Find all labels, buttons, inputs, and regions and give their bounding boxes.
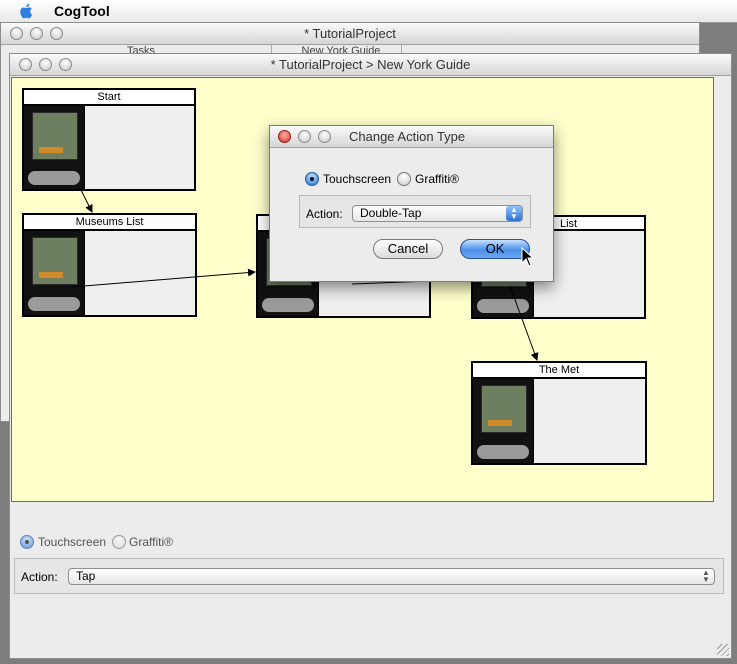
mouse-cursor-icon	[521, 247, 535, 267]
close-icon[interactable]	[278, 130, 291, 143]
main-window-title: * TutorialProject > New York Guide	[270, 57, 471, 72]
action-select-value: Tap	[76, 569, 96, 583]
dialog-action-select[interactable]: Double-Tap ▲ ▼	[352, 205, 523, 222]
frame-title: Start	[24, 90, 194, 106]
frame-title-text: List	[560, 218, 578, 230]
dialog-title: Change Action Type	[349, 129, 466, 144]
apple-menu-icon[interactable]	[18, 2, 36, 20]
ok-button-label: OK	[485, 241, 505, 256]
dialog-action-select-value: Double-Tap	[360, 206, 422, 220]
touchscreen-radio-button[interactable]	[20, 535, 34, 549]
frame-museums-list[interactable]: Museums List	[22, 213, 197, 317]
graffiti-radio-button[interactable]	[397, 172, 411, 186]
graffiti-radio-label[interactable]: Graffiti®	[129, 535, 173, 549]
action-group: Action: Tap ▲ ▼	[14, 558, 724, 594]
touchscreen-radio-button[interactable]	[305, 172, 319, 186]
chevron-updown-icon: ▲ ▼	[506, 206, 522, 221]
palm-device-thumbnail	[24, 231, 85, 315]
resize-grip-icon[interactable]	[717, 644, 729, 656]
back-window-titlebar[interactable]: * TutorialProject	[1, 23, 699, 45]
minimize-icon[interactable]	[298, 130, 311, 143]
action-select[interactable]: Tap ▲ ▼	[68, 568, 715, 585]
frame-the-met[interactable]: The Met	[471, 361, 647, 465]
touchscreen-radio-label[interactable]: Touchscreen	[323, 172, 391, 186]
main-window-titlebar[interactable]: * TutorialProject > New York Guide	[10, 54, 731, 76]
frame-title: Museums List	[24, 215, 195, 231]
frame-title: The Met	[473, 363, 645, 379]
frame-start[interactable]: Start	[22, 88, 196, 191]
dialog-action-label: Action:	[306, 207, 343, 221]
touchscreen-radio-label[interactable]: Touchscreen	[38, 535, 106, 549]
graffiti-radio-label[interactable]: Graffiti®	[415, 172, 459, 186]
ok-button[interactable]: OK	[460, 239, 530, 259]
dialog-action-group: Action: Double-Tap ▲ ▼	[299, 195, 531, 228]
menu-bar: CogTool	[0, 0, 737, 23]
properties-panel: Touchscreen Graffiti® Action: Tap ▲ ▼	[11, 515, 724, 595]
cancel-button[interactable]: Cancel	[373, 239, 443, 259]
action-label: Action:	[21, 570, 58, 584]
chevron-updown-icon: ▲ ▼	[702, 568, 710, 584]
graffiti-radio-button[interactable]	[112, 535, 126, 549]
transition-start-to-museums[interactable]	[80, 189, 93, 213]
cancel-button-label: Cancel	[387, 241, 429, 256]
palm-device-thumbnail	[24, 106, 85, 189]
zoom-icon[interactable]	[318, 130, 331, 143]
palm-device-thumbnail	[473, 379, 534, 463]
dialog-titlebar[interactable]: Change Action Type	[270, 126, 553, 148]
app-name[interactable]: CogTool	[54, 3, 110, 19]
change-action-dialog: Change Action Type Touchscreen Graffiti®…	[269, 125, 554, 282]
back-window-title: * TutorialProject	[304, 26, 396, 41]
